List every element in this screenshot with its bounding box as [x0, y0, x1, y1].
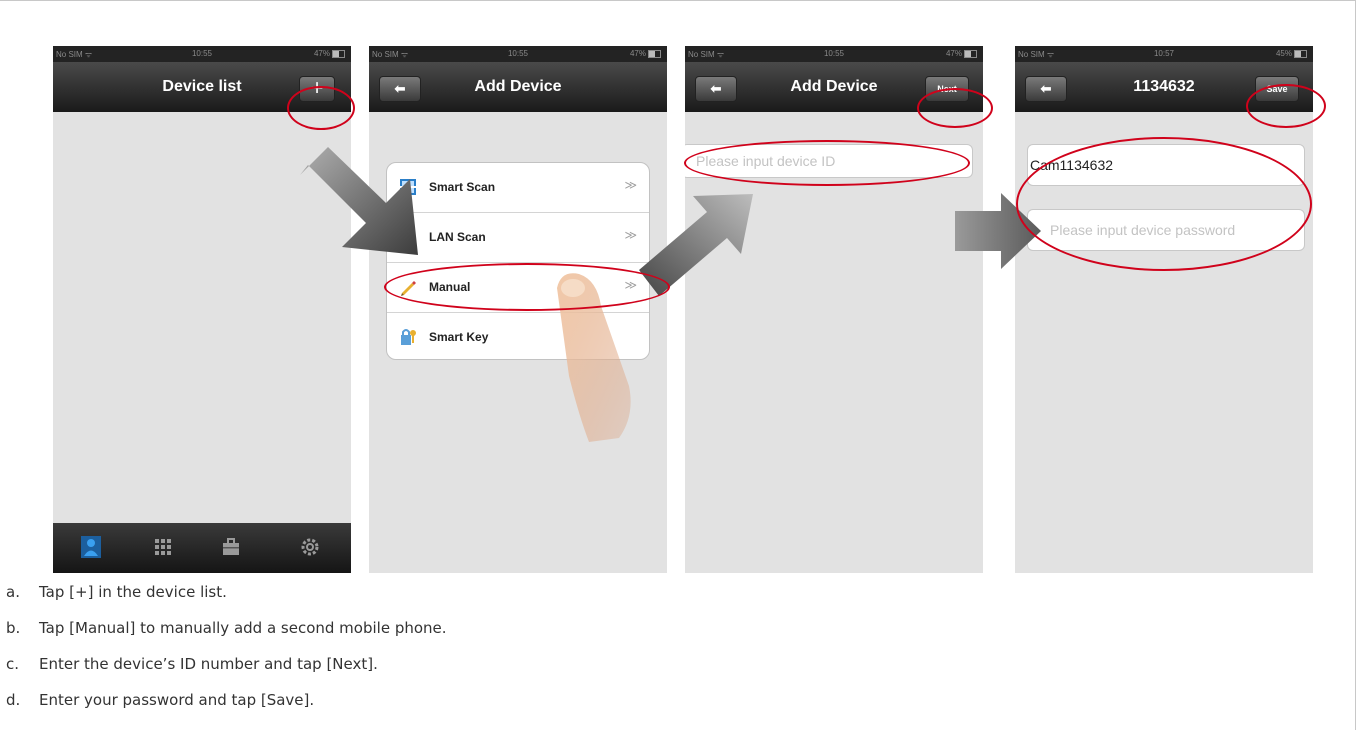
- step-marker: a.: [6, 583, 20, 601]
- menu-item-label: Manual: [429, 280, 471, 294]
- battery-percent: 47%: [945, 49, 962, 58]
- menu-item-lan-scan[interactable]: LAN Scan ≫: [387, 213, 649, 263]
- contacts-icon: [81, 536, 101, 558]
- screen-device-list: No SIM ᯤ 10:55 47% Device list +: [53, 46, 351, 573]
- status-bar: No SIM ᯤ 10:55 47%: [685, 46, 983, 62]
- status-bar: No SIM ᯤ 10:55 47%: [53, 46, 351, 62]
- menu-item-label: LAN Scan: [429, 230, 486, 244]
- step-text: Enter your password and tap [Save].: [39, 691, 315, 709]
- tab-bar: [53, 523, 351, 573]
- device-name-value: Cam1134632: [1030, 157, 1114, 173]
- device-password-input[interactable]: Please input device password: [1027, 209, 1305, 251]
- battery-percent: 47%: [313, 49, 330, 58]
- add-device-button[interactable]: +: [299, 76, 335, 102]
- clock: 10:57: [1153, 49, 1175, 58]
- menu-item-label: Smart Scan: [429, 180, 496, 194]
- lan-icon: [400, 229, 416, 245]
- gear-icon: [301, 538, 319, 556]
- chevron-icon: ≫: [624, 228, 637, 242]
- status-bar: No SIM ᯤ 10:55 47%: [369, 46, 667, 62]
- screen-add-device-id: No SIM ᯤ 10:55 47% ⬅ Add Device Next Ple…: [685, 46, 983, 573]
- step-text: Tap [+] in the device list.: [39, 583, 227, 601]
- save-button[interactable]: Save: [1255, 76, 1299, 102]
- clock: 10:55: [507, 49, 529, 58]
- status-bar: No SIM ᯤ 10:57 45%: [1015, 46, 1313, 62]
- clock: 10:55: [823, 49, 845, 58]
- battery-icon: [964, 49, 977, 58]
- scan-icon: [400, 179, 416, 195]
- menu-item-smart-scan[interactable]: Smart Scan ≫: [387, 163, 649, 213]
- chevron-icon: ≫: [624, 178, 637, 192]
- add-method-menu: Smart Scan ≫ LAN Scan ≫ Manual ≫ Smart K…: [386, 162, 650, 360]
- device-id-placeholder: Please input device ID: [696, 153, 836, 169]
- menu-item-manual[interactable]: Manual ≫: [387, 263, 649, 313]
- step-text: Tap [Manual] to manually add a second mo…: [39, 619, 447, 637]
- battery-indicator: 47%: [946, 49, 977, 58]
- step-marker: c.: [6, 655, 20, 673]
- battery-percent: 45%: [1275, 49, 1292, 58]
- device-name-input[interactable]: Cam1134632: [1027, 144, 1305, 186]
- battery-indicator: 47%: [314, 49, 345, 58]
- chevron-icon: ≫: [624, 278, 637, 292]
- nav-bar: Device list +: [53, 62, 351, 112]
- tab-settings[interactable]: [300, 536, 320, 558]
- battery-percent: 47%: [629, 49, 646, 58]
- clock: 10:55: [191, 49, 213, 58]
- nav-bar: ⬅ Add Device Next: [685, 62, 983, 112]
- battery-indicator: 45%: [1276, 49, 1307, 58]
- step-text: Enter the device’s ID number and tap [Ne…: [39, 655, 378, 673]
- nav-bar: ⬅ 1134632 Save: [1015, 62, 1313, 112]
- grid-icon: [155, 539, 171, 555]
- menu-item-label: Smart Key: [429, 330, 489, 344]
- key-icon: [401, 329, 416, 345]
- battery-icon: [1294, 49, 1307, 58]
- screen-add-device-menu: No SIM ᯤ 10:55 47% ⬅ Add Device Smart Sc…: [369, 46, 667, 573]
- toolbox-icon: [223, 538, 239, 555]
- nav-bar: ⬅ Add Device: [369, 62, 667, 112]
- page-title: Add Device: [474, 78, 562, 95]
- battery-indicator: 47%: [630, 49, 661, 58]
- tab-toolbox[interactable]: [221, 536, 241, 558]
- menu-item-smart-key[interactable]: Smart Key: [387, 313, 649, 359]
- pencil-icon: [401, 281, 416, 296]
- next-button[interactable]: Next: [925, 76, 969, 102]
- tab-grid[interactable]: [153, 536, 173, 558]
- step-marker: d.: [6, 691, 21, 709]
- step-marker: b.: [6, 619, 21, 637]
- battery-icon: [648, 49, 661, 58]
- device-id-input[interactable]: Please input device ID: [685, 144, 973, 178]
- tab-contacts[interactable]: [81, 536, 101, 558]
- battery-icon: [332, 49, 345, 58]
- screen-device-password: No SIM ᯤ 10:57 45% ⬅ 1134632 Save Cam113…: [1015, 46, 1313, 573]
- password-placeholder: Please input device password: [1050, 222, 1236, 238]
